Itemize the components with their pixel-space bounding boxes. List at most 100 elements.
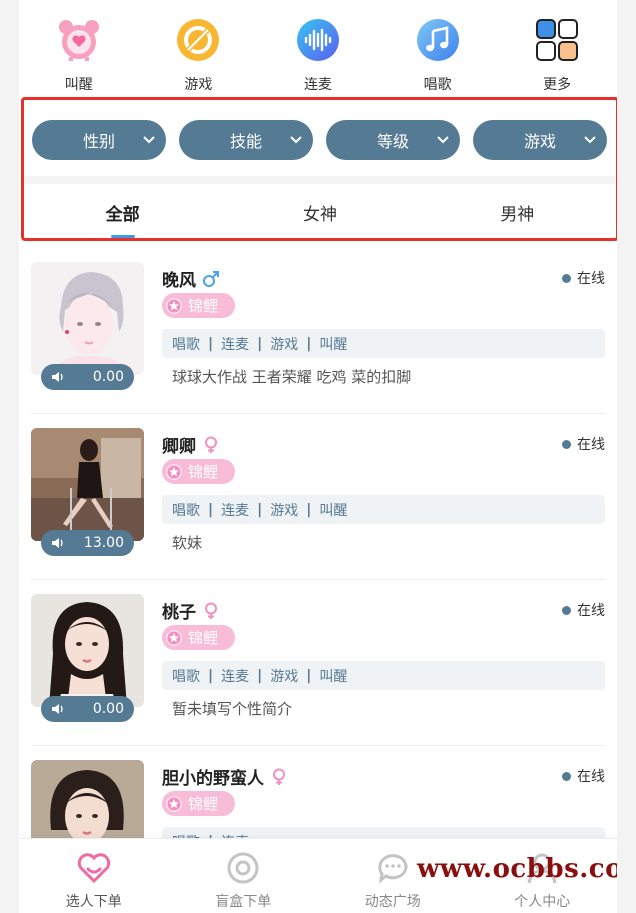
tab-all[interactable]: 全部 <box>24 184 221 240</box>
user-name-line: 晚风 <box>162 266 220 291</box>
filter-game-dropdown[interactable]: 游戏 <box>473 120 607 160</box>
voice-value: 0.00 <box>92 369 124 385</box>
skill-tags: 唱歌 | 连麦 | 游戏 | 叫醒 <box>162 495 605 524</box>
star-icon <box>166 297 182 314</box>
category-label: 游戏 <box>184 77 213 93</box>
chevron-down-icon <box>437 136 449 144</box>
skill-tags: 唱歌 | 连麦 | 游戏 | 叫醒 <box>162 661 605 690</box>
star-icon <box>166 629 182 646</box>
nav-blind-box[interactable]: 盲盒下单 <box>169 839 319 913</box>
tab-god[interactable]: 男神 <box>419 184 616 240</box>
skill-tag: 游戏 <box>270 502 299 519</box>
nav-pick-user[interactable]: 选人下单 <box>19 839 169 913</box>
skill-tag: 游戏 <box>270 336 299 353</box>
skill-tag: 连麦 <box>221 336 250 353</box>
category-wake-up[interactable]: 叫醒 <box>19 0 139 98</box>
user-photo <box>31 262 144 375</box>
user-card[interactable]: 0.00 桃子 在线 锦鲤 唱歌 | 连麦 | 游戏 | 叫醒 暂未填写个性简介 <box>31 580 605 746</box>
user-card[interactable]: 0.00 晚风 在线 锦鲤 唱歌 | 连麦 | 游戏 | 叫醒 球球大作战 王者荣耀 … <box>31 248 605 414</box>
status-text: 在线 <box>577 603 605 619</box>
level-badge: 锦鲤 <box>162 791 235 816</box>
category-game[interactable]: 游戏 <box>139 0 259 98</box>
user-name: 晚风 <box>162 271 196 291</box>
status-dot-icon <box>562 439 571 449</box>
star-icon <box>166 795 182 812</box>
nav-label: 选人下单 <box>65 894 122 910</box>
skill-tags: 唱歌 | 连麦 | 游戏 | 叫醒 <box>162 329 605 358</box>
user-name: 胆小的野蛮人 <box>162 769 264 789</box>
filter-gender-dropdown[interactable]: 性别 <box>32 120 166 160</box>
skill-tag: 叫醒 <box>319 668 348 685</box>
status-dot-icon <box>562 771 571 781</box>
badge-label: 锦鲤 <box>188 463 219 481</box>
speaker-icon <box>52 372 63 382</box>
skill-tag: 叫醒 <box>319 502 348 519</box>
online-status: 在线 <box>562 600 605 620</box>
online-status: 在线 <box>562 434 605 454</box>
soundwave-icon <box>296 18 340 62</box>
user-name-line: 桃子 <box>162 598 220 623</box>
filter-label: 游戏 <box>523 132 556 151</box>
tab-goddess[interactable]: 女神 <box>221 184 418 240</box>
online-status: 在线 <box>562 766 605 786</box>
category-label: 叫醒 <box>64 77 93 93</box>
divider <box>24 176 616 184</box>
chat-bubble-icon <box>378 854 408 884</box>
user-photo <box>31 428 144 541</box>
category-label: 连麦 <box>303 77 332 93</box>
female-icon <box>205 436 217 453</box>
skill-tag: 连麦 <box>221 502 250 519</box>
badge-label: 锦鲤 <box>188 629 219 647</box>
user-card[interactable]: 13.00 卿卿 在线 锦鲤 唱歌 | 连麦 | 游戏 | 叫醒 软妹 <box>31 414 605 580</box>
user-photo <box>31 594 144 707</box>
level-badge: 锦鲤 <box>162 625 235 650</box>
status-text: 在线 <box>577 769 605 785</box>
category-sing[interactable]: 唱歌 <box>378 0 498 98</box>
category-voice-chat[interactable]: 连麦 <box>258 0 378 98</box>
online-status: 在线 <box>562 268 605 288</box>
filter-label: 等级 <box>376 132 409 151</box>
category-label: 更多 <box>543 77 572 93</box>
skill-tag: 叫醒 <box>319 336 348 353</box>
skill-tag: 唱歌 <box>172 668 200 685</box>
speaker-icon <box>52 538 63 548</box>
skill-tag: 唱歌 <box>172 336 200 353</box>
filter-label: 技能 <box>229 132 262 151</box>
nav-label: 个人中心 <box>514 894 571 910</box>
voice-intro-button[interactable]: 0.00 <box>41 696 134 722</box>
user-name-line: 卿卿 <box>162 432 220 457</box>
status-dot-icon <box>562 605 571 615</box>
status-dot-icon <box>562 273 571 283</box>
user-bio: 球球大作战 王者荣耀 吃鸡 菜的扣脚 <box>172 368 412 386</box>
skill-tag: 唱歌 <box>172 502 200 519</box>
game-icon <box>176 18 220 62</box>
user-name-line: 胆小的野蛮人 <box>162 764 288 789</box>
category-icon-row: 叫醒 游戏 连麦 唱歌 更多 <box>19 0 617 98</box>
chevron-down-icon <box>584 136 596 144</box>
filter-dropdowns: 性别 技能 等级 游戏 <box>32 120 607 160</box>
gender-tabs: 全部 女神 男神 <box>24 184 616 240</box>
voice-value: 13.00 <box>83 535 124 551</box>
more-grid-icon <box>535 18 579 62</box>
filter-panel: 性别 技能 等级 游戏 全部 女神 男神 <box>21 97 617 241</box>
voice-intro-button[interactable]: 0.00 <box>41 364 134 390</box>
filter-level-dropdown[interactable]: 等级 <box>326 120 460 160</box>
voice-value: 0.00 <box>92 701 124 717</box>
user-name: 卿卿 <box>162 437 196 457</box>
category-more[interactable]: 更多 <box>497 0 617 98</box>
watermark-text: www.ocbbs.com <box>417 854 617 884</box>
nav-label: 动态广场 <box>364 894 421 910</box>
female-icon <box>205 602 217 619</box>
user-list: 0.00 晚风 在线 锦鲤 唱歌 | 连麦 | 游戏 | 叫醒 球球大作战 王者荣耀 … <box>19 248 617 912</box>
badge-label: 锦鲤 <box>188 795 219 813</box>
skill-tag: 游戏 <box>270 668 299 685</box>
app-page: 叫醒 游戏 连麦 唱歌 更多 性别 技能 等级 游戏 全部 女神 男神 0.00… <box>19 0 617 913</box>
user-bio: 暂未填写个性简介 <box>172 700 293 718</box>
status-text: 在线 <box>577 271 605 287</box>
chevron-down-icon <box>143 136 155 144</box>
chevron-down-icon <box>290 136 302 144</box>
level-badge: 锦鲤 <box>162 459 235 484</box>
nav-label: 盲盒下单 <box>215 894 272 910</box>
voice-intro-button[interactable]: 13.00 <box>41 530 134 556</box>
filter-skill-dropdown[interactable]: 技能 <box>179 120 313 160</box>
